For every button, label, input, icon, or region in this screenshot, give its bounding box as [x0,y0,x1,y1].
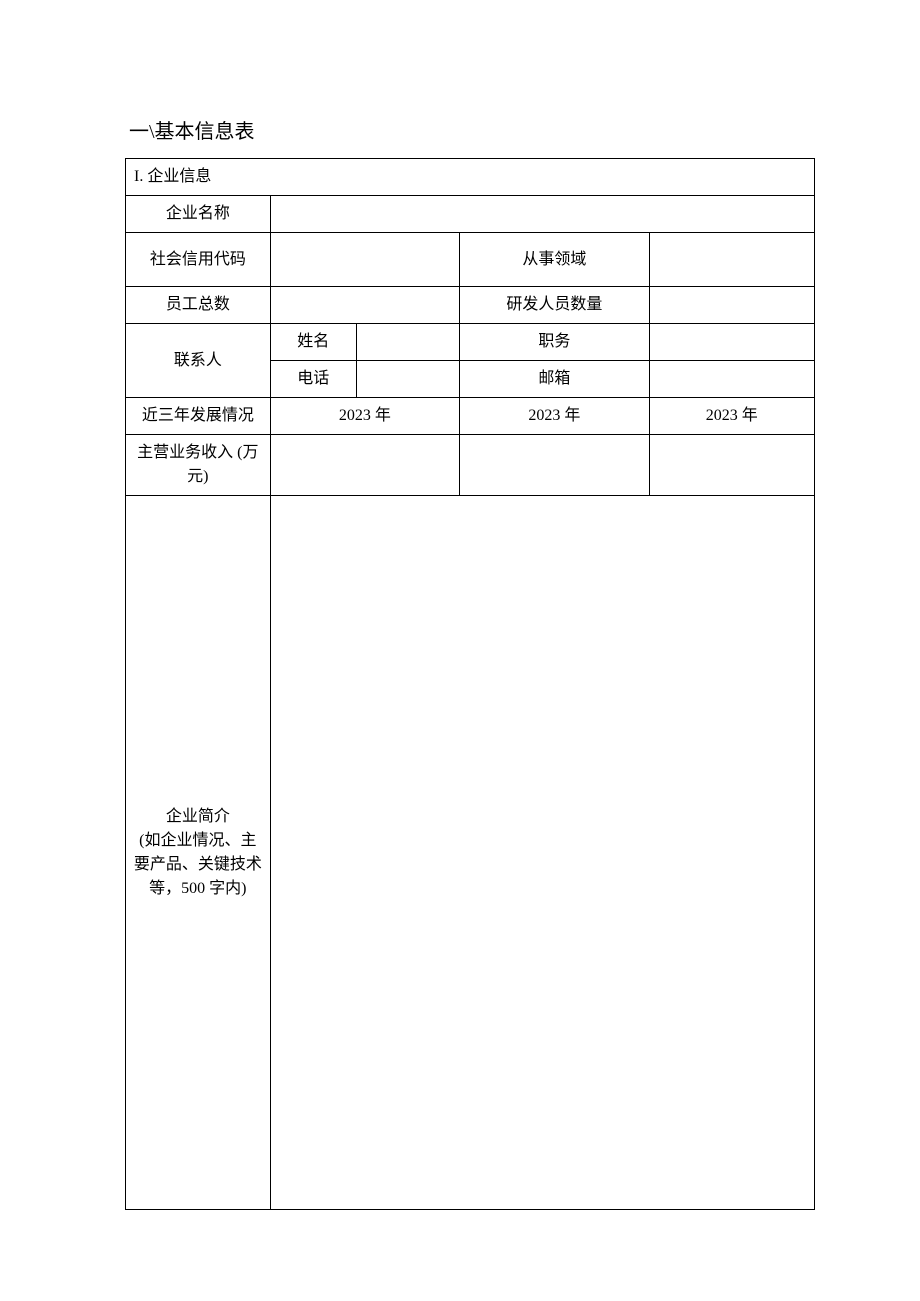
employee-count-label: 员工总数 [126,287,271,324]
revenue-row: 主营业务收入 (万元) [126,435,815,496]
basic-info-table: I. 企业信息 企业名称 社会信用代码 从事领域 员工总数 研发人员数量 联系人… [125,158,815,1210]
field-label: 从事领域 [460,233,649,287]
contact-phone-value[interactable] [356,361,459,398]
contact-name-label: 姓名 [270,324,356,361]
revenue-label: 主营业务收入 (万元) [126,435,271,496]
company-name-row: 企业名称 [126,196,815,233]
rd-count-label: 研发人员数量 [460,287,649,324]
year1-label: 2023 年 [270,398,459,435]
contact-position-label: 职务 [460,324,649,361]
three-year-row: 近三年发展情况 2023 年 2023 年 2023 年 [126,398,815,435]
contact-label: 联系人 [126,324,271,398]
company-name-value[interactable] [270,196,814,233]
section-header-cell: I. 企业信息 [126,159,815,196]
intro-value[interactable] [270,496,814,1210]
employee-row: 员工总数 研发人员数量 [126,287,815,324]
contact-position-value[interactable] [649,324,814,361]
credit-code-label: 社会信用代码 [126,233,271,287]
revenue-y1[interactable] [270,435,459,496]
contact-name-value[interactable] [356,324,459,361]
section-header-row: I. 企业信息 [126,159,815,196]
revenue-y3[interactable] [649,435,814,496]
contact-email-value[interactable] [649,361,814,398]
page-title: 一\基本信息表 [125,115,815,144]
contact-phone-label: 电话 [270,361,356,398]
contact-row-1: 联系人 姓名 职务 [126,324,815,361]
intro-row: 企业简介 (如企业情况、主要产品、关键技术等，500 字内) [126,496,815,1210]
year2-label: 2023 年 [460,398,649,435]
credit-field-row: 社会信用代码 从事领域 [126,233,815,287]
contact-email-label: 邮箱 [460,361,649,398]
rd-count-value[interactable] [649,287,814,324]
three-year-label: 近三年发展情况 [126,398,271,435]
company-name-label: 企业名称 [126,196,271,233]
intro-label: 企业简介 (如企业情况、主要产品、关键技术等，500 字内) [126,496,271,1210]
field-value[interactable] [649,233,814,287]
revenue-y2[interactable] [460,435,649,496]
credit-code-value[interactable] [270,233,459,287]
year3-label: 2023 年 [649,398,814,435]
employee-count-value[interactable] [270,287,459,324]
